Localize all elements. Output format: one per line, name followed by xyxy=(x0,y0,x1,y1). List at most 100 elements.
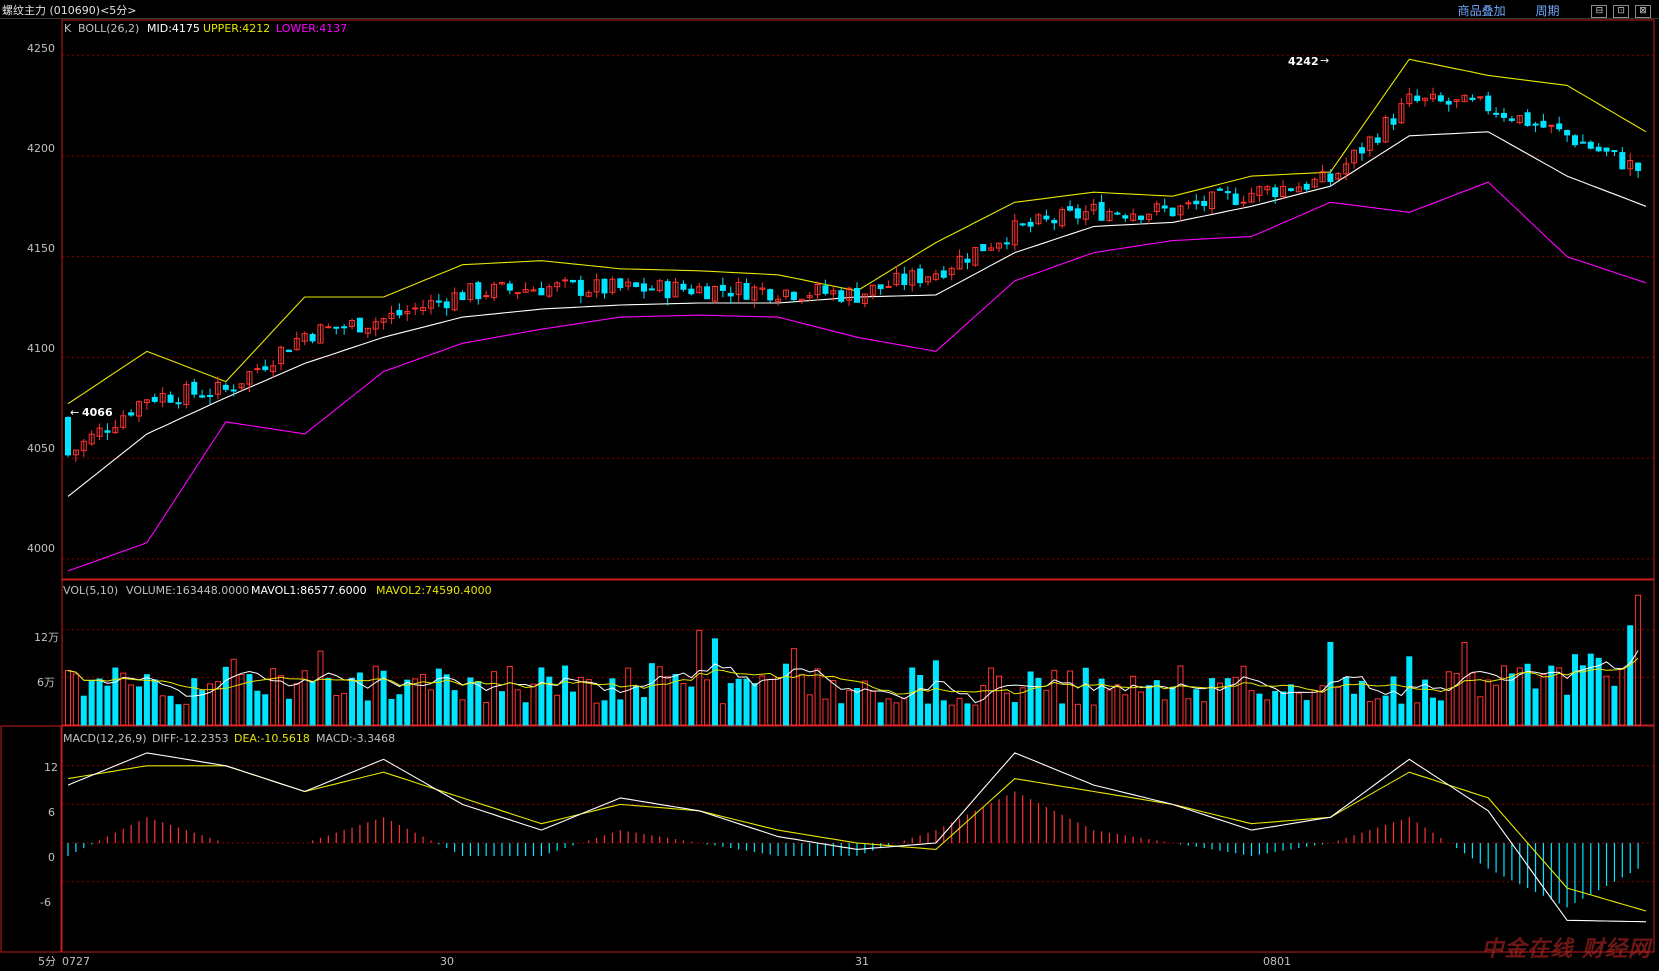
boll-lower-line xyxy=(67,181,1647,572)
candle-body xyxy=(1485,95,1492,112)
volume-bar xyxy=(1461,641,1468,726)
volume-bar xyxy=(199,690,206,726)
volume-bar xyxy=(743,678,750,726)
volume-bar xyxy=(1209,678,1216,726)
chart-area[interactable]: K BOLL(26,2) MID:4175 UPPER:4212 LOWER:4… xyxy=(0,19,1659,971)
volume-bar xyxy=(751,683,758,726)
volume-panel[interactable] xyxy=(65,594,1642,726)
volume-bar xyxy=(633,685,640,726)
candle-body xyxy=(704,286,711,300)
volume-bar xyxy=(491,671,498,726)
volume-bar xyxy=(1074,703,1081,726)
volume-bar xyxy=(1422,679,1429,726)
volume-bar xyxy=(1130,675,1137,726)
volume-bar xyxy=(854,688,860,726)
volume-bar xyxy=(1248,690,1255,726)
vol-mavol2-value: MAVOL2:74590.4000 xyxy=(376,584,492,597)
volume-bar xyxy=(585,679,592,726)
volume-bar xyxy=(1240,665,1247,726)
volume-bar xyxy=(1177,665,1184,726)
volume-bar xyxy=(514,689,521,726)
volume-bar xyxy=(1193,689,1200,726)
candle-body xyxy=(1579,141,1586,144)
volume-bar xyxy=(1579,665,1586,726)
volume-bar xyxy=(325,677,332,726)
x-label-0801: 0801 xyxy=(1263,955,1291,968)
window-title: 螺纹主力 (010690)<5分> xyxy=(2,4,137,17)
candle-body xyxy=(1508,118,1515,121)
candle-body xyxy=(1272,187,1279,198)
boll-indicator-name: BOLL(26,2) xyxy=(78,22,139,35)
volume-bar xyxy=(372,665,379,726)
price-panel[interactable] xyxy=(65,58,1647,572)
x-label-0727: 0727 xyxy=(62,955,90,968)
volume-bar xyxy=(1516,667,1523,726)
candle-body xyxy=(167,394,174,403)
volume-bar xyxy=(625,667,632,726)
candle-body xyxy=(254,368,261,371)
candle-body xyxy=(1003,242,1010,245)
volume-bar xyxy=(1603,675,1610,726)
volume-bar xyxy=(1264,699,1271,726)
candle-body xyxy=(475,282,482,300)
volume-bar xyxy=(278,675,285,726)
volume-bar xyxy=(1185,698,1192,726)
volume-bar xyxy=(838,703,845,726)
macd-tick-6: 6 xyxy=(48,806,55,819)
restore-icon[interactable]: ⊡ xyxy=(1613,5,1630,18)
candle-body xyxy=(325,326,332,329)
volume-bar xyxy=(254,690,261,726)
volume-bar xyxy=(1493,684,1500,726)
candle-body xyxy=(569,279,576,283)
volume-bar xyxy=(88,680,95,726)
volume-bar xyxy=(1106,689,1113,726)
period-link[interactable]: 周期 xyxy=(1536,4,1560,18)
volume-bar xyxy=(191,678,198,726)
candle-body xyxy=(1224,191,1231,194)
volume-bar xyxy=(443,674,450,726)
candle-body xyxy=(191,381,198,395)
volume-bar xyxy=(988,667,995,726)
window-titlebar: 螺纹主力 (010690)<5分> 商品叠加 周期 ⊟ ⊡ ⊠ xyxy=(0,0,1659,19)
candle-body xyxy=(1437,95,1444,102)
volume-bar xyxy=(459,699,466,726)
volume-bar xyxy=(309,681,316,726)
close-icon[interactable]: ⊠ xyxy=(1635,5,1651,18)
low-annotation: 4066 xyxy=(82,406,113,419)
price-tick-4000: 4000 xyxy=(27,542,55,555)
volume-bar xyxy=(885,698,892,726)
candle-body xyxy=(940,270,947,278)
volume-bar xyxy=(869,690,876,726)
volume-bar xyxy=(1295,692,1302,726)
candle-body xyxy=(1374,137,1381,143)
volume-bar xyxy=(1540,674,1547,726)
boll-mid-value: MID:4175 xyxy=(147,22,200,35)
candle-body xyxy=(964,258,971,263)
candle-body xyxy=(640,283,647,292)
volume-bar xyxy=(1011,702,1018,726)
candle-body xyxy=(65,416,71,456)
minimize-icon[interactable]: ⊟ xyxy=(1591,5,1608,18)
volume-bar xyxy=(861,680,868,726)
macd-panel-frame xyxy=(61,725,1655,953)
volume-bar xyxy=(893,702,900,726)
volume-bar xyxy=(822,698,829,726)
candle-body xyxy=(767,289,774,301)
volume-bar xyxy=(167,695,174,726)
volume-bar xyxy=(80,695,87,726)
candle-body xyxy=(151,396,158,402)
volume-bar xyxy=(1351,693,1358,726)
candle-body xyxy=(1524,112,1531,126)
candle-body xyxy=(577,279,584,296)
candle-body xyxy=(506,283,513,291)
volume-bar xyxy=(467,677,474,726)
candle-body xyxy=(1603,147,1610,152)
kline-label: K xyxy=(64,22,72,35)
volume-bar xyxy=(830,680,837,726)
volume-bar xyxy=(1161,699,1168,726)
candle-body xyxy=(207,394,214,397)
overlay-commodity-link[interactable]: 商品叠加 xyxy=(1458,4,1506,18)
macd-panel[interactable] xyxy=(67,752,1647,923)
volume-bar xyxy=(956,697,963,726)
vol-volume-value: VOLUME:163448.0000 xyxy=(126,584,249,597)
